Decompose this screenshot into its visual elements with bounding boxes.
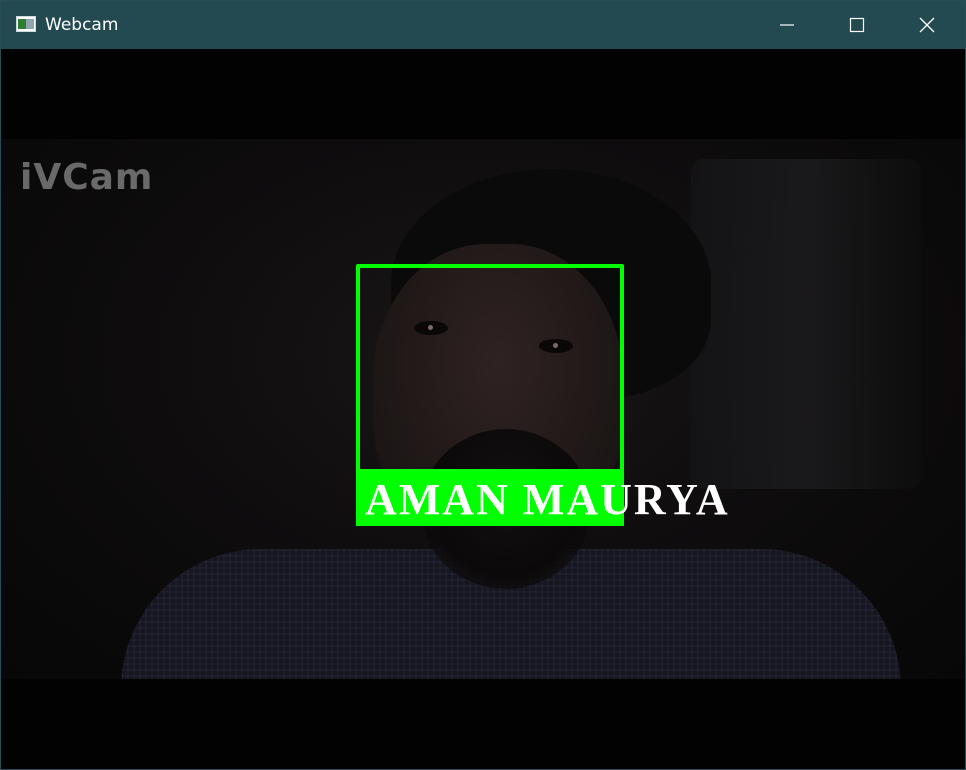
- recognized-name-label: AMAN MAURYA: [365, 475, 730, 524]
- ivcam-watermark: iVCam: [20, 157, 154, 198]
- minimize-icon: [780, 24, 794, 26]
- window-title: Webcam: [45, 15, 119, 35]
- webcam-window: Webcam iVCam AMAN MAURYA: [0, 0, 966, 770]
- app-window-icon: [16, 16, 36, 32]
- background-object: [691, 159, 921, 489]
- maximize-icon: [849, 17, 865, 33]
- minimize-button[interactable]: [752, 1, 822, 49]
- webcam-video-feed: iVCam AMAN MAURYA: [1, 49, 965, 769]
- close-icon: [919, 17, 935, 33]
- title-bar[interactable]: Webcam: [1, 1, 965, 49]
- maximize-button[interactable]: [822, 1, 892, 49]
- close-button[interactable]: [892, 1, 962, 49]
- letterbox-bar: [1, 679, 965, 769]
